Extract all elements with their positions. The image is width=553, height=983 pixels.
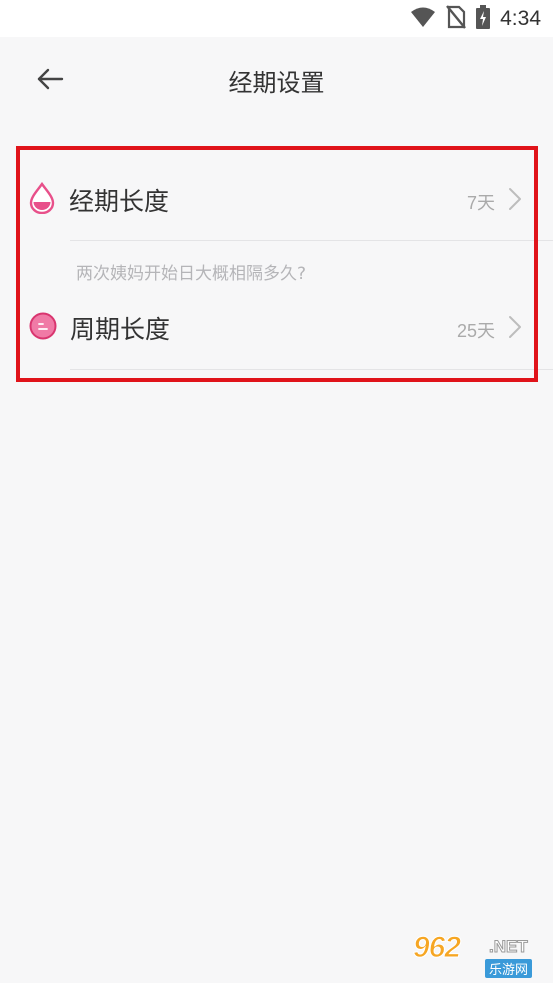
watermark-sub: 乐游网	[485, 959, 533, 978]
watermark-main: 962	[412, 931, 461, 965]
face-circle-icon	[29, 312, 57, 340]
period-length-value: 7天	[466, 193, 495, 213]
no-sim-icon	[446, 5, 467, 33]
wifi-icon	[410, 6, 436, 32]
chevron-right-icon	[507, 186, 523, 212]
cycle-length-value: 25天	[456, 321, 495, 341]
page-title: 经期设置	[228, 69, 325, 97]
divider	[70, 369, 553, 370]
watermark-net: .NET	[489, 937, 529, 957]
droplet-icon	[28, 181, 56, 215]
cycle-length-row[interactable]: 周期长度 25天	[0, 281, 553, 373]
period-length-row[interactable]: 经期长度 7天	[0, 152, 553, 244]
watermark-logo: 962 .NET 乐游网	[409, 931, 547, 979]
status-time: 4:34	[500, 7, 541, 30]
period-length-label: 经期长度	[69, 187, 170, 216]
status-icons: 4:34	[410, 5, 541, 33]
status-bar: 4:34	[0, 0, 553, 37]
divider	[70, 240, 553, 241]
chevron-right-icon	[507, 314, 523, 340]
cycle-length-label: 周期长度	[70, 315, 171, 344]
app-header: 经期设置	[0, 37, 553, 125]
battery-charging-icon	[476, 5, 491, 33]
